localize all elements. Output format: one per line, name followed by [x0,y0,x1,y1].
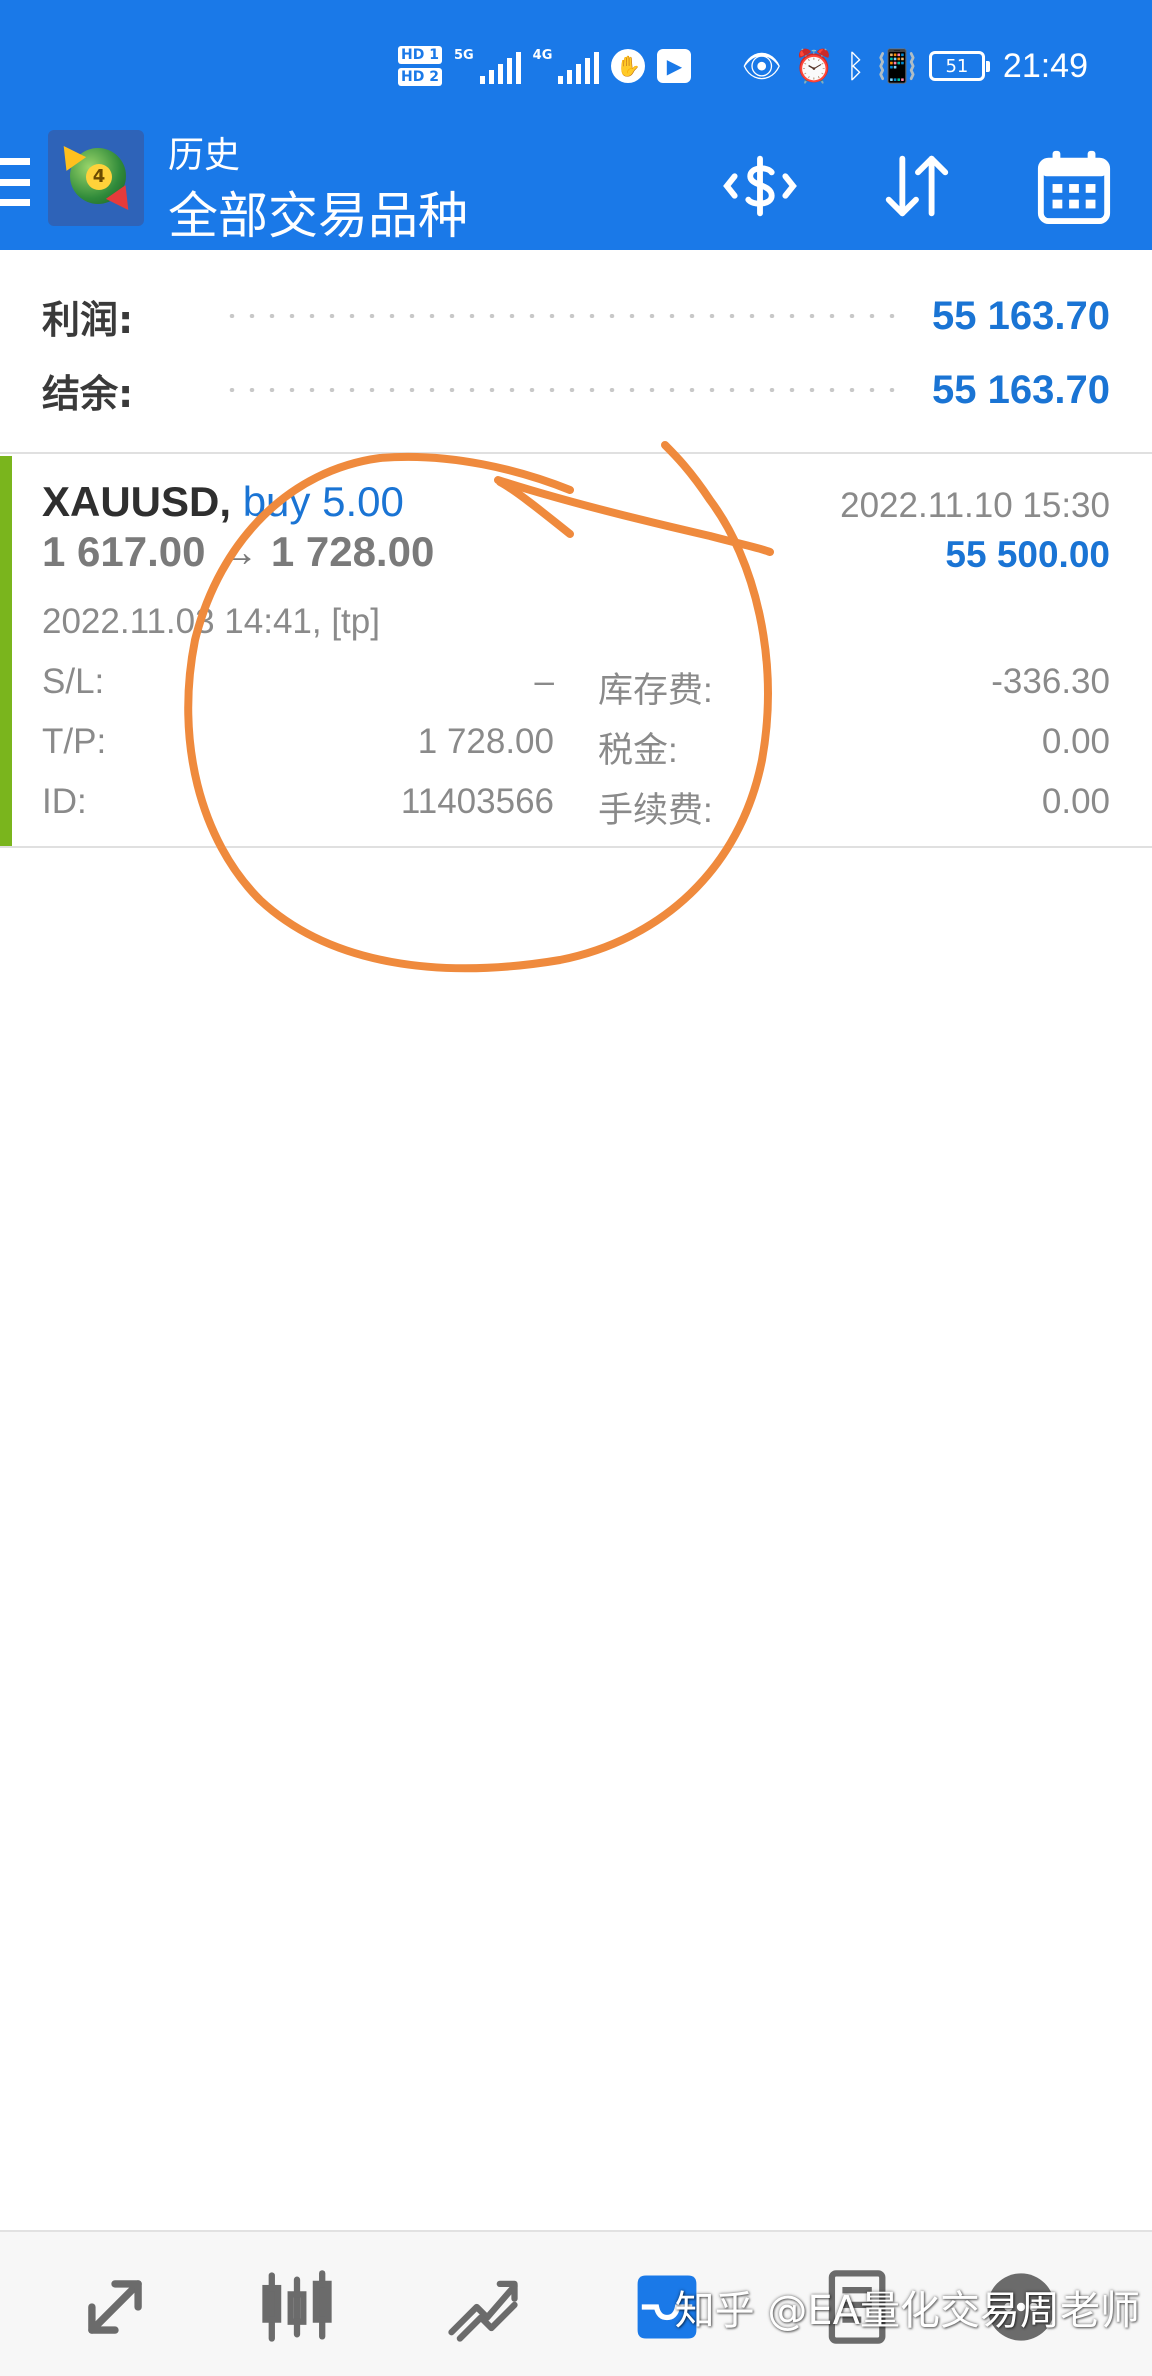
fee-value: 0.00 [1041,782,1110,821]
balance-row: 结余: 55 163.70 [42,360,1110,420]
sort-icon[interactable] [872,142,960,230]
tax-value: 0.00 [1041,722,1110,761]
deal-symbol-line: XAUUSD, buy 5.00 [42,478,404,526]
id-value: 11403566 [400,782,554,821]
app-bar: 4 历史 全部交易品种 [0,120,1152,250]
status-bar: HD 1 HD 2 5G 4G ✋ ▶ 👁 ⏰ ᛒ 📳 51 21:49 [0,0,1152,130]
eye-icon: 👁 [741,47,783,85]
profit-label: 利润: [42,297,134,342]
sim1-label: HD 1 [398,46,442,64]
profit-dots [222,314,903,318]
bluetooth-icon: ᛒ [845,47,866,85]
app-notification-icon: ▶ [657,49,692,83]
deal-side: buy 5.00 [242,478,404,525]
network-type-2: 4G [532,48,553,63]
symbol-filter[interactable]: 全部交易品种 [168,176,468,248]
deal-type-bar [0,456,12,846]
deal-item[interactable]: XAUUSD, buy 5.00 1 617.00 → 1 728.00 202… [0,456,1152,848]
trade-icon[interactable] [428,2252,538,2362]
swap-value: -336.30 [991,662,1110,701]
sim2-label: HD 2 [398,68,442,86]
sl-label: S/L: [42,662,105,701]
deal-profit: 55 500.00 [945,534,1110,575]
sim-indicator: HD 1 HD 2 [398,46,442,86]
deal-open-time: 2022.11.03 14:41, [tp] [42,602,380,641]
watermark: 知乎 @EA量化交易周老师 [674,2288,1140,2334]
swap-label: 库存费: [598,671,713,710]
id-label: ID: [42,782,87,821]
page-title: 历史 [168,135,241,176]
deal-symbol: XAUUSD, [42,478,232,525]
balance-value: 55 163.70 [932,367,1110,412]
status-left: HD 1 HD 2 5G 4G ✋ ▶ [398,36,692,96]
signal-icon-2: 4G [533,48,600,84]
status-right: 👁 ⏰ ᛒ 📳 51 21:49 [741,38,1088,94]
signal-icon-1: 5G [454,48,521,84]
hand-icon: ✋ [611,49,646,83]
calendar-icon[interactable] [1030,142,1118,230]
vibrate-icon: 📳 [877,47,917,85]
top-bar: HD 1 HD 2 5G 4G ✋ ▶ 👁 ⏰ ᛒ 📳 51 21:49 4 历… [0,0,1152,250]
currency-exchange-icon[interactable] [716,142,804,230]
chart-icon[interactable] [242,2252,352,2362]
deal-close-time: 2022.11.10 15:30 [840,486,1110,525]
balance-label: 结余: [42,371,134,416]
battery-level: 51 [945,55,969,77]
deal-prices: 1 617.00 → 1 728.00 [42,528,435,575]
battery-icon: 51 [928,51,990,81]
balance-dots [222,388,903,392]
menu-icon[interactable] [0,158,30,206]
app-logo: 4 [48,130,144,226]
tax-label: 税金: [598,731,678,770]
fee-label: 手续费: [598,791,713,830]
history-summary: 利润: 55 163.70 结余: 55 163.70 [0,250,1152,454]
alarm-icon: ⏰ [794,47,834,85]
profit-value: 55 163.70 [932,293,1110,338]
tp-label: T/P: [42,722,107,761]
profit-row: 利润: 55 163.70 [42,286,1110,346]
status-time: 21:49 [1002,46,1088,85]
sl-value: – [534,662,554,701]
tp-value: 1 728.00 [417,722,554,761]
quotes-icon[interactable] [60,2252,170,2362]
network-type-1: 5G [453,48,474,63]
